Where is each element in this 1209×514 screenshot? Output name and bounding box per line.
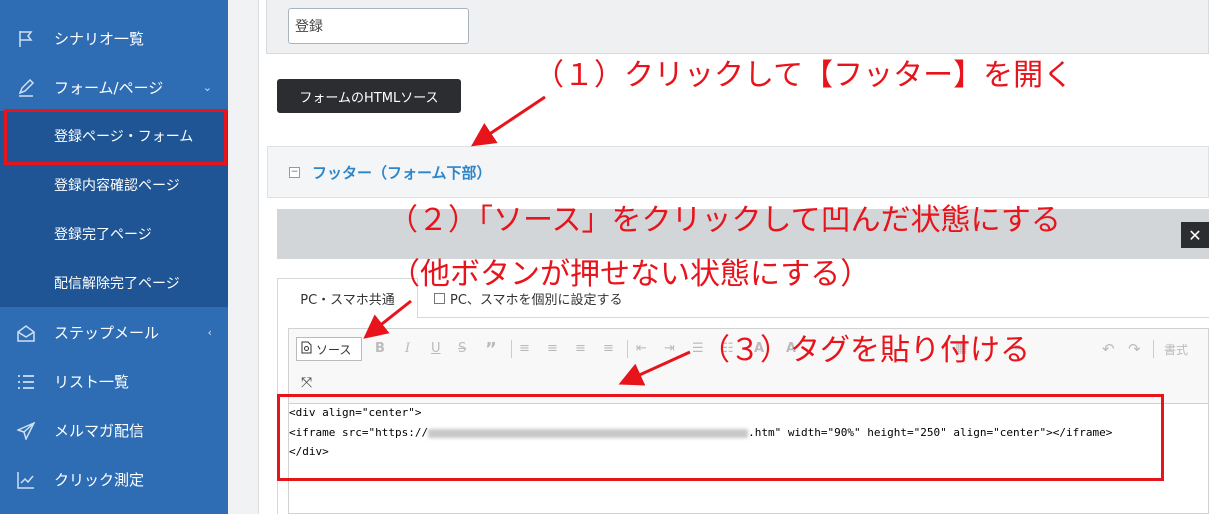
sidebar-item-lists[interactable]: リスト一覧 — [0, 357, 228, 406]
underline-icon[interactable]: U — [431, 341, 441, 356]
source-doc-icon — [301, 341, 312, 357]
sidebar-item-label: メルマガ配信 — [54, 422, 145, 440]
annotation-step2: （２）「ソース」をクリックして凹んだ状態にする — [388, 203, 1061, 238]
sidebar-subitem-unsubscribe-page[interactable]: 配信解除完了ページ — [0, 258, 228, 307]
sidebar-item-label: クリック測定 — [54, 471, 145, 489]
paper-plane-icon — [16, 421, 36, 441]
register-button-text-input[interactable] — [288, 8, 469, 44]
align-center-icon[interactable]: ≡ — [547, 341, 558, 356]
sidebar-subitem-confirm-page[interactable]: 登録内容確認ページ — [0, 160, 228, 209]
envelope-open-icon — [16, 323, 36, 343]
sidebar-item-click-tracking[interactable]: クリック測定 — [0, 455, 228, 504]
footer-section-title[interactable]: フッター（フォーム下部） — [312, 162, 492, 183]
sidebar-item-scenarios[interactable]: シナリオ一覧 — [0, 14, 228, 63]
toolbar-separator — [511, 340, 512, 358]
align-left-icon[interactable]: ≡ — [519, 341, 530, 356]
sidebar-subitem-complete-page[interactable]: 登録完了ページ — [0, 209, 228, 258]
quote-icon[interactable]: ” — [485, 339, 497, 360]
outdent-icon[interactable]: ⇤ — [636, 341, 647, 356]
sidebar-item-label: リスト一覧 — [54, 373, 130, 391]
highlight-code-area — [277, 394, 1164, 481]
collapse-icon[interactable]: − — [289, 166, 300, 178]
toolbar-separator — [627, 340, 628, 358]
sidebar-item-step-mail[interactable]: ステップメール ‹ — [0, 308, 228, 357]
pen-icon — [16, 78, 36, 98]
sidebar-item-label: シナリオ一覧 — [54, 30, 145, 48]
strikethrough-icon[interactable]: S — [458, 341, 466, 356]
redo-icon[interactable]: ↷ — [1128, 340, 1141, 358]
annotation-step3: （３）タグを貼り付ける — [700, 333, 1030, 368]
bold-icon[interactable]: B — [375, 341, 385, 356]
sidebar-item-label: フォーム/ページ — [54, 79, 164, 97]
footer-section-header[interactable]: − フッター（フォーム下部） — [267, 146, 1209, 198]
line-chart-icon — [16, 470, 36, 490]
form-html-source-button[interactable]: フォームのHTMLソース — [277, 79, 461, 113]
sidebar-item-newsletter[interactable]: メルマガ配信 — [0, 406, 228, 455]
source-button[interactable]: ソース — [296, 337, 362, 361]
sidebar: シナリオ一覧 フォーム/ページ ⌄ 登録ページ・フォーム 登録内容確認ページ 登… — [0, 0, 228, 514]
indent-icon[interactable]: ⇥ — [664, 341, 675, 356]
chevron-left-icon: ‹ — [207, 326, 212, 339]
flag-icon — [16, 29, 36, 49]
annotation-step2b: （他ボタンが押せない状態にする） — [390, 257, 871, 292]
annotation-step1: （１）クリックして【フッター】を開く — [534, 58, 1074, 93]
align-justify-icon[interactable]: ≡ — [603, 341, 614, 356]
list-icon — [16, 372, 36, 392]
highlight-selected-submenu — [4, 109, 227, 165]
undo-icon[interactable]: ↶ — [1102, 340, 1115, 358]
toolbar-separator — [1153, 340, 1154, 358]
align-right-icon[interactable]: ≡ — [575, 341, 586, 356]
chevron-down-icon: ⌄ — [202, 81, 212, 94]
close-icon[interactable]: ✕ — [1181, 222, 1209, 248]
format-dropdown[interactable]: 書式 — [1164, 341, 1188, 358]
separate-settings-checkbox[interactable] — [434, 292, 445, 304]
sidebar-item-forms[interactable]: フォーム/ページ ⌄ — [0, 63, 228, 112]
source-button-label: ソース — [316, 342, 352, 357]
maximize-icon[interactable]: ⤧ — [301, 375, 312, 391]
italic-icon[interactable]: I — [405, 341, 410, 356]
sidebar-item-label: ステップメール — [54, 324, 160, 342]
